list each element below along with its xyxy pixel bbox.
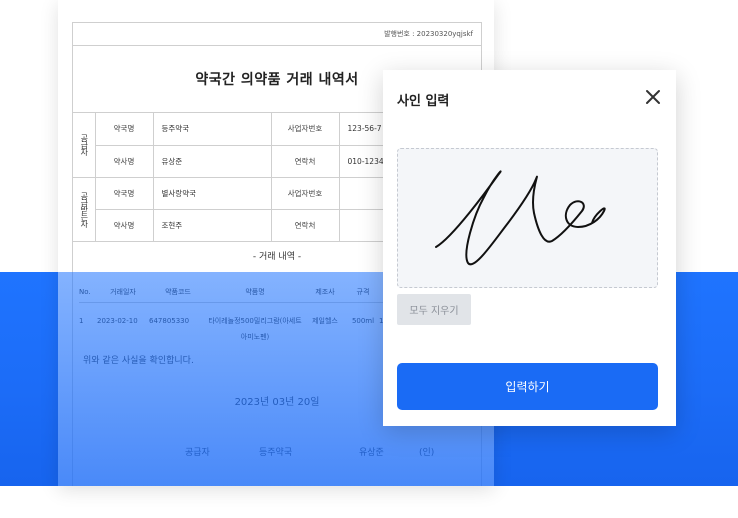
item-spec: 500ml	[351, 317, 375, 325]
supplier-business-no-label: 사업자번호	[271, 113, 340, 146]
item-name: 타이레놀정500밀리그람(아세트아미노펜)	[208, 317, 302, 341]
supplier-pharmacist-name: 유상준	[153, 145, 272, 178]
header-date: 거래일자	[110, 287, 136, 296]
document-title: 약국간 의약품 거래 내역서	[195, 72, 359, 88]
modal-title: 사인 입력	[397, 94, 450, 109]
header-code: 약품코드	[165, 287, 191, 296]
sign-seal: (인)	[419, 448, 435, 458]
supplier-pharmacy-name: 등주약국	[153, 113, 272, 146]
sign-supplier-name: 등주약국	[259, 448, 293, 458]
receiver-pharmacy-label: 약국명	[95, 177, 154, 210]
receiver-pharmacist-label: 약사명	[95, 209, 154, 242]
header-spec: 규격	[356, 287, 370, 296]
supplier-pharmacy-label: 약국명	[95, 113, 154, 146]
supplier-side-label: 공급자	[73, 113, 96, 178]
receiver-business-no-label: 사업자번호	[271, 177, 340, 210]
receiver-pharmacist-name: 조현주	[153, 209, 272, 242]
confirm-text: 위와 같은 사실을 확인합니다.	[83, 356, 194, 366]
close-icon[interactable]	[644, 88, 662, 106]
receiver-side-label: 공급받는자	[73, 177, 96, 242]
supplier-contact-label: 연락처	[271, 145, 340, 178]
item-code: 647805330	[149, 317, 190, 325]
signature-modal: 사인 입력 모두 지우기 입력하기	[383, 70, 676, 426]
item-maker: 제일헬스	[312, 317, 338, 325]
sign-pharmacist-name: 유상준	[359, 448, 384, 458]
receiver-contact-label: 연락처	[271, 209, 340, 242]
clear-all-button[interactable]: 모두 지우기	[397, 294, 471, 325]
signature-pad[interactable]	[397, 148, 658, 288]
receiver-pharmacy-name: 별사랑약국	[153, 177, 272, 210]
item-date: 2023-02-10	[97, 317, 138, 325]
supplier-pharmacist-label: 약사명	[95, 145, 154, 178]
header-no: No.	[79, 287, 91, 296]
header-name: 약품명	[245, 287, 265, 296]
item-no: 1	[79, 317, 84, 325]
header-maker: 제조사	[315, 287, 335, 296]
signature-stroke	[435, 170, 606, 266]
issue-number: 발행번호 : 20230320yqjskf	[384, 30, 473, 38]
submit-signature-button[interactable]: 입력하기	[397, 363, 658, 410]
sign-supplier-label: 공급자	[185, 448, 210, 458]
